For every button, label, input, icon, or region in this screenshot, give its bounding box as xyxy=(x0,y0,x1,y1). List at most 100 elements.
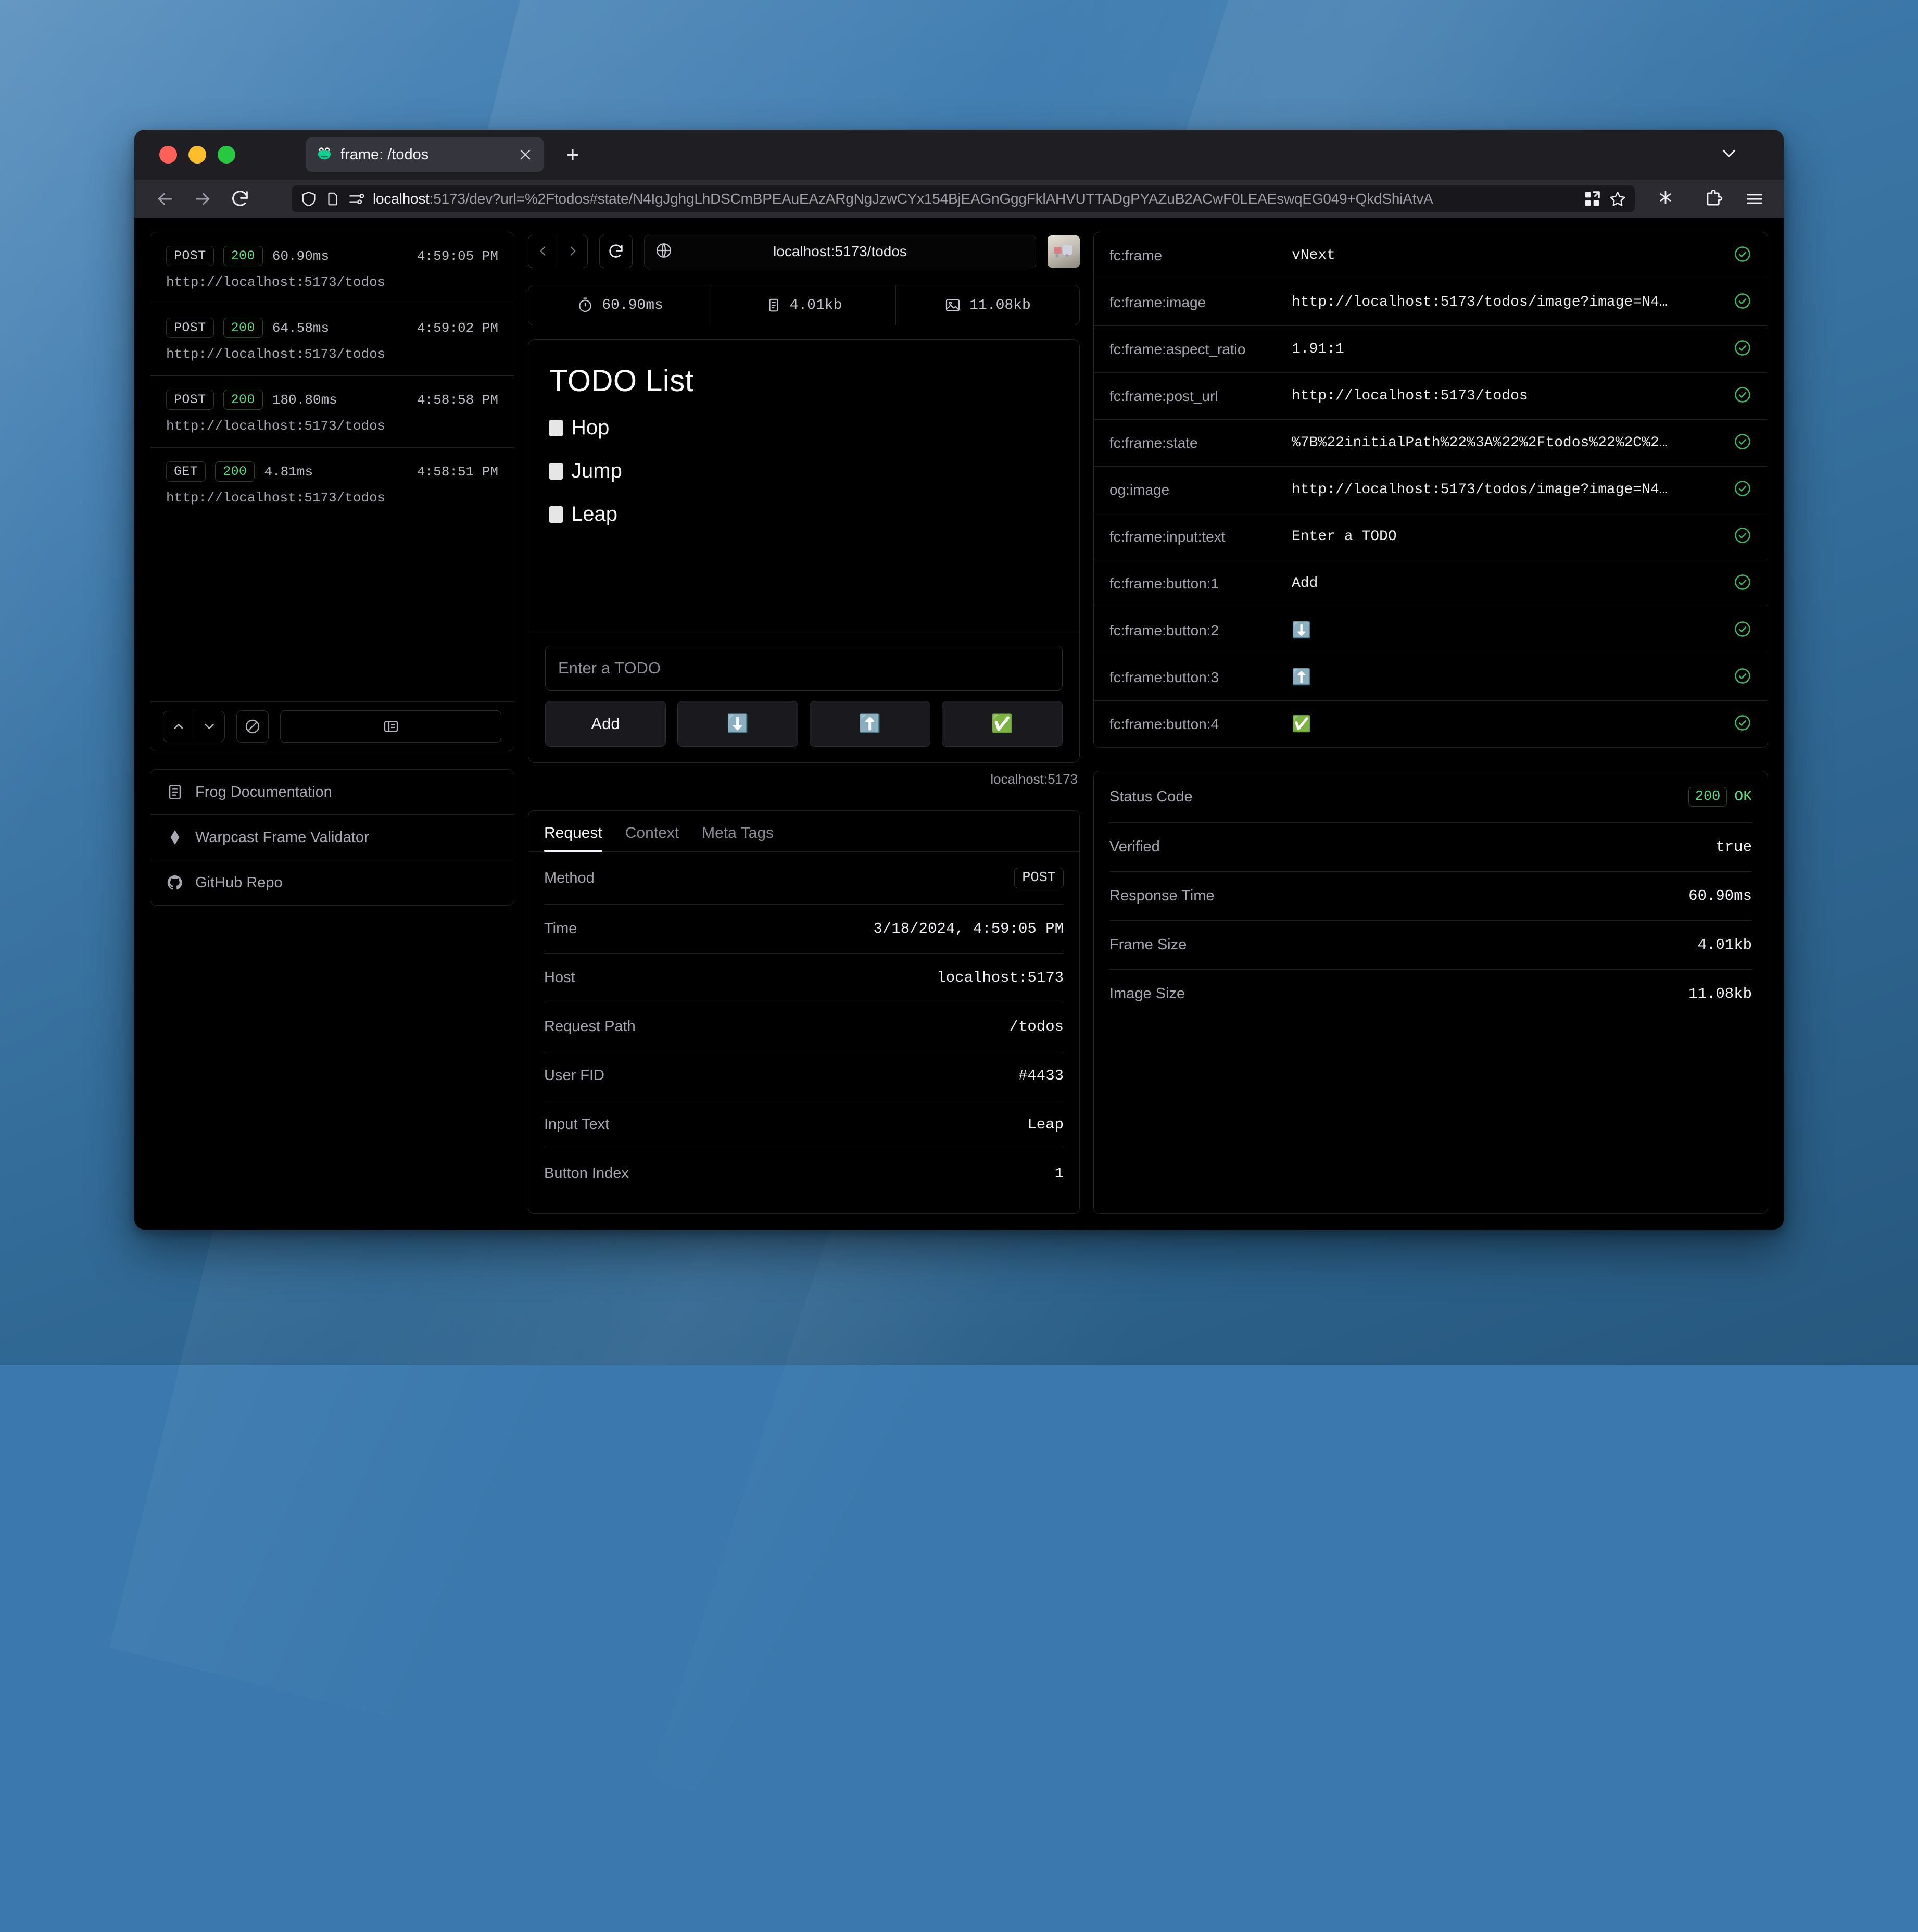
meta-tag-row[interactable]: fc:frame:button:3⬆️ xyxy=(1094,654,1768,701)
browser-tabstrip: frame: /todos + xyxy=(134,130,1784,180)
meta-tag-row[interactable]: fc:frame:aspect_ratio1.91:1 xyxy=(1094,326,1768,373)
request-log-item[interactable]: POST200180.80ms4:58:58 PMhttp://localhos… xyxy=(150,376,514,448)
puzzle-icon[interactable] xyxy=(1704,189,1723,209)
frame-image: TODO List HopJumpLeap xyxy=(528,340,1079,631)
meta-tag-row[interactable]: fc:frame:button:2⬇️ xyxy=(1094,607,1768,654)
status-row: Response Time60.90ms xyxy=(1109,872,1752,921)
meta-tag-row[interactable]: fc:frame:button:4✅ xyxy=(1094,701,1768,747)
frame-button-2[interactable]: ⬇️ xyxy=(677,701,798,747)
sidebar-link-frog-documentation[interactable]: Frog Documentation xyxy=(150,770,514,815)
shield-icon[interactable] xyxy=(300,190,318,208)
image-icon xyxy=(944,297,961,313)
chevron-right-icon[interactable] xyxy=(558,235,587,267)
minimize-window-button[interactable] xyxy=(188,146,206,164)
tab-meta-tags[interactable]: Meta Tags xyxy=(702,824,774,851)
frame-button-3[interactable]: ⬆️ xyxy=(810,701,930,747)
frame-url-bar[interactable]: localhost:5173/todos xyxy=(644,235,1036,268)
chevron-up-icon[interactable] xyxy=(163,711,194,742)
maximize-window-button[interactable] xyxy=(218,146,235,164)
frame-button-emoji: ⬇️ xyxy=(727,715,749,733)
todo-item-label: Leap xyxy=(571,503,617,526)
request-duration: 60.90ms xyxy=(272,248,329,264)
frame-metrics-bar: 60.90ms 4.01kb 11.08kb xyxy=(528,285,1080,325)
arrow-right-icon[interactable] xyxy=(191,187,214,211)
request-list-empty-space xyxy=(150,519,514,701)
dots-icon[interactable] xyxy=(1654,189,1677,210)
request-nav-group xyxy=(163,711,225,742)
document-icon[interactable] xyxy=(325,190,340,208)
request-url: http://localhost:5173/todos xyxy=(166,490,498,506)
sidebar-link-github-repo[interactable]: GitHub Repo xyxy=(150,860,514,905)
browser-toolbar: localhost:5173/dev?url=%2Ftodos#state/N4… xyxy=(134,180,1784,218)
meta-tag-row[interactable]: og:imagehttp://localhost:5173/todos/imag… xyxy=(1094,467,1768,513)
hamburger-icon[interactable] xyxy=(1744,189,1765,209)
frame-preview-column: localhost:5173/todos 60.90ms 4.01kb 11.08k… xyxy=(528,232,1080,1214)
close-window-button[interactable] xyxy=(159,146,177,164)
frame-metric-value: 4.01kb xyxy=(790,297,842,313)
no-entry-icon[interactable] xyxy=(236,710,269,743)
frame-reload-button[interactable] xyxy=(599,235,633,268)
meta-tag-row[interactable]: fc:frame:state%7B%22initialPath%22%3A%22… xyxy=(1094,420,1768,467)
check-circle-icon xyxy=(1733,620,1752,641)
frame-navigation-bar: localhost:5173/todos xyxy=(528,232,1080,271)
url-bar[interactable]: localhost:5173/dev?url=%2Ftodos#state/N4… xyxy=(292,185,1635,212)
request-detail-key: Method xyxy=(544,870,595,887)
tab-context[interactable]: Context xyxy=(625,824,679,851)
meta-tag-key: fc:frame:button:4 xyxy=(1109,716,1281,733)
meta-tag-key: fc:frame:aspect_ratio xyxy=(1109,341,1281,358)
request-log-item[interactable]: GET2004.81ms4:58:51 PMhttp://localhost:5… xyxy=(150,448,514,519)
frame-text-input[interactable] xyxy=(545,646,1063,691)
meta-tag-value: ⬆️ xyxy=(1292,668,1723,687)
request-detail-value: 3/18/2024, 4:59:05 PM xyxy=(874,920,1064,937)
qr-expand-icon[interactable] xyxy=(1584,191,1600,207)
status-key: Response Time xyxy=(1109,887,1215,905)
frame-metric-value: 11.08kb xyxy=(969,297,1031,313)
todo-item: Hop xyxy=(549,416,1058,440)
request-detail-key: Time xyxy=(544,920,577,937)
browser-tab[interactable]: frame: /todos xyxy=(306,137,544,172)
status-key: Status Code xyxy=(1109,788,1193,806)
arrow-left-icon[interactable] xyxy=(153,187,177,211)
reload-icon[interactable] xyxy=(228,187,252,211)
tab-request[interactable]: Request xyxy=(544,824,602,851)
request-detail-key: Input Text xyxy=(544,1116,609,1133)
request-status-badge: 200 xyxy=(215,461,255,482)
star-icon[interactable] xyxy=(1609,190,1626,208)
sidebar-link-warpcast-frame-validator[interactable]: Warpcast Frame Validator xyxy=(150,815,514,860)
status-row: Frame Size4.01kb xyxy=(1109,921,1752,970)
check-circle-icon xyxy=(1733,292,1752,313)
tab-title: frame: /todos xyxy=(340,146,509,164)
frame-button-1[interactable]: Add xyxy=(545,701,666,747)
meta-tag-key: og:image xyxy=(1109,482,1281,498)
frame-metric-stopwatch: 60.90ms xyxy=(528,285,712,325)
request-log-item[interactable]: POST20060.90ms4:59:05 PMhttp://localhost… xyxy=(150,232,514,304)
request-duration: 64.58ms xyxy=(272,320,329,336)
chevron-down-icon[interactable] xyxy=(194,711,224,742)
frame-preview-thumbnail[interactable] xyxy=(1048,235,1080,268)
status-key: Image Size xyxy=(1109,985,1185,1002)
meta-tag-row[interactable]: fc:framevNext xyxy=(1094,232,1768,279)
meta-tag-row[interactable]: fc:frame:button:1Add xyxy=(1094,560,1768,607)
request-detail-row: MethodPOST xyxy=(544,852,1064,905)
request-log-item-header: POST 200 64.58ms 4:59:02 PM xyxy=(166,318,498,338)
check-circle-icon xyxy=(1733,573,1752,594)
request-method-badge: POST xyxy=(166,318,214,338)
request-method-badge: GET xyxy=(166,461,206,482)
chevron-left-icon[interactable] xyxy=(528,235,558,267)
meta-tag-key: fc:frame xyxy=(1109,247,1281,264)
new-tab-button[interactable]: + xyxy=(561,143,584,166)
chevron-down-icon[interactable] xyxy=(1718,143,1740,167)
panel-layout-icon[interactable] xyxy=(280,710,501,743)
request-log-item[interactable]: POST20064.58ms4:59:02 PMhttp://localhost… xyxy=(150,304,514,376)
meta-tag-row[interactable]: fc:frame:input:textEnter a TODO xyxy=(1094,513,1768,560)
request-timestamp: 4:59:02 PM xyxy=(417,320,498,336)
request-status-badge: 200 xyxy=(223,318,263,338)
settings-sliders-icon[interactable] xyxy=(348,190,365,208)
meta-tag-row[interactable]: fc:frame:post_urlhttp://localhost:5173/t… xyxy=(1094,373,1768,420)
request-status-badge: 200 xyxy=(223,390,263,410)
check-circle-icon xyxy=(1733,479,1752,500)
meta-tag-row[interactable]: fc:frame:imagehttp://localhost:5173/todo… xyxy=(1094,279,1768,326)
frame-buttons: Add ⬇️ ⬆️ ✅ xyxy=(545,701,1063,747)
frame-button-4[interactable]: ✅ xyxy=(942,701,1063,747)
close-icon[interactable] xyxy=(516,146,534,164)
